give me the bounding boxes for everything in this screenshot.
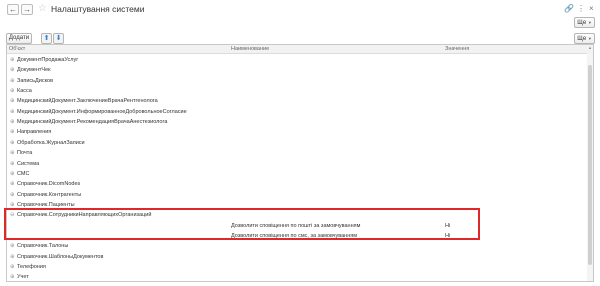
table-row[interactable]: ⊕ МедицинскийДокумент.ИнформированноеДобр… [7,108,587,118]
table-row[interactable]: ⊕ Касса [7,87,587,97]
expand-toggle-icon[interactable]: ⊕ [10,264,15,270]
expand-toggle-icon[interactable]: ⊕ [10,67,15,73]
object-cell: Учет [17,274,29,281]
window-more-button[interactable]: Ще ▼ [574,17,595,28]
expand-toggle-icon[interactable]: ⊖ [10,212,15,218]
scrollbar-thumb[interactable] [588,65,592,265]
forward-arrow-icon[interactable]: → [21,4,33,15]
table-row[interactable]: ⊕ Справочник.Талоны [7,242,587,252]
expand-toggle-icon[interactable]: ⊕ [10,150,15,156]
toolbar-more-button[interactable]: Ще ▼ [574,33,595,44]
favorite-star-icon[interactable]: ☆ [38,3,47,15]
table-row[interactable]: Дозволити сповіщення по пошті за замовчу… [7,222,587,232]
table-row[interactable]: ⊖ Справочник.СотрудникиНаправляющихОргани… [7,211,587,221]
table-row[interactable]: ⊕ Справочник.ШаблоныДокументов [7,253,587,263]
chevron-down-icon: ▼ [587,20,592,25]
column-header-name[interactable]: Наименование [231,46,269,52]
object-cell: ЗаписьДисков [17,77,54,84]
name-cell: Дозволити сповіщення по смс, за замовчув… [231,232,358,239]
column-header-object[interactable]: Об'єкт [9,46,25,52]
object-cell: Направления [17,129,52,136]
add-button[interactable]: Додати [6,33,32,44]
expand-toggle-icon[interactable]: ⊕ [10,192,15,198]
table-row[interactable]: ⊕ Учет [7,273,587,281]
expand-toggle-icon[interactable]: ⊕ [10,274,15,280]
back-arrow-icon[interactable]: ← [7,4,19,15]
toolbar-more-label: Ще [577,36,587,42]
table-row[interactable]: ⊕ Направления [7,128,587,138]
object-cell: Система [17,160,40,167]
object-cell: ДокументЧек [17,67,51,74]
window-more-label: Ще [577,20,587,26]
object-cell: Справочник.Талоны [17,243,69,250]
name-cell: Дозволити сповіщення по пошті за замовчу… [231,222,361,229]
table-row[interactable]: ⊕ Телефония [7,263,587,273]
more-menu-icon[interactable]: ⋮ [577,4,585,14]
object-cell: СМС [17,170,30,177]
object-cell: Телефония [17,264,46,270]
object-cell: Справочник.Контрагенты [17,191,82,198]
expand-toggle-icon[interactable]: ⊕ [10,119,15,125]
expand-toggle-icon[interactable]: ⊕ [10,140,15,146]
expand-toggle-icon[interactable]: ⊕ [10,181,15,187]
move-up-icon[interactable]: ⬆ [41,33,52,44]
close-icon[interactable]: × [589,4,594,14]
move-down-icon[interactable]: ⬇ [53,33,64,44]
table-row[interactable]: ⊕ МедицинскийДокумент.ЗаключениеВрачаРент… [7,97,587,107]
object-cell: Справочник.DicomNodes [17,181,81,188]
scrollbar[interactable] [587,53,593,281]
table-row[interactable]: ⊕ МедицинскийДокумент.РекомендацияВрачаАн… [7,118,587,128]
expand-toggle-icon[interactable]: ⊕ [10,254,15,260]
value-cell: Ні [445,222,451,229]
table-row[interactable]: ⊕ Почта [7,149,587,159]
expand-toggle-icon[interactable]: ⊕ [10,57,15,63]
expand-toggle-icon[interactable]: ⊕ [10,202,15,208]
chevron-down-icon: ▼ [587,36,592,41]
value-cell: Ні [445,232,451,239]
object-cell: Справочник.ШаблоныДокументов [17,253,104,260]
expand-toggle-icon[interactable]: ⊕ [10,129,15,135]
column-header-value[interactable]: Значення [445,46,469,52]
table-row[interactable]: ⊕ ДокументПродажаУслуг [7,56,587,66]
title-bar: ← → ☆ Налаштування системи 🔗 ⋮ × [0,0,600,20]
expand-toggle-icon[interactable]: ⊕ [10,109,15,115]
table-row[interactable]: ⊕ Справочник.Пациенты [7,201,587,211]
expand-toggle-icon[interactable]: ⊕ [10,78,15,84]
table-row[interactable]: ⊕ Справочник.Контрагенты [7,191,587,201]
object-cell: МедицинскийДокумент.ЗаключениеВрачаРентг… [17,98,158,105]
object-cell: Касса [17,88,32,95]
expand-toggle-icon[interactable]: ⊕ [10,161,15,167]
object-cell: Обработка.ЖурналЗаписи [17,139,85,146]
table-row[interactable]: Дозволити сповіщення по смс, за замовчув… [7,232,587,242]
table-header: Об'єкт Наименование Значення [7,45,593,54]
object-cell: Справочник.Пациенты [17,201,75,208]
table-row[interactable]: ⊕ ЗаписьДисков [7,77,587,87]
table-row[interactable]: ⊕ Справочник.DicomNodes [7,180,587,190]
table-row[interactable]: ⊕ ДокументЧек [7,66,587,76]
table-row[interactable]: ⊕ СМС [7,170,587,180]
object-cell: МедицинскийДокумент.ИнформированноеДобро… [17,108,187,115]
settings-table: Об'єкт Наименование Значення ⊕ ДокументПр… [6,44,594,282]
expand-toggle-icon[interactable]: ⊕ [10,243,15,249]
object-cell: Справочник.СотрудникиНаправляющихОрганиз… [17,212,152,219]
table-row[interactable]: ⊕ Обработка.ЖурналЗаписи [7,139,587,149]
expand-toggle-icon[interactable]: ⊕ [10,88,15,94]
expand-toggle-icon[interactable]: ⊕ [10,171,15,177]
object-cell: Почта [17,150,33,157]
object-cell: МедицинскийДокумент.РекомендацияВрачаАне… [17,119,168,126]
scroll-up-icon[interactable]: ▲ [587,45,593,52]
expand-toggle-icon[interactable]: ⊕ [10,98,15,104]
table-row[interactable]: ⊕ Система [7,160,587,170]
link-icon[interactable]: 🔗 [564,4,574,14]
page-title: Налаштування системи [51,4,145,14]
object-cell: ДокументПродажаУслуг [17,57,79,63]
